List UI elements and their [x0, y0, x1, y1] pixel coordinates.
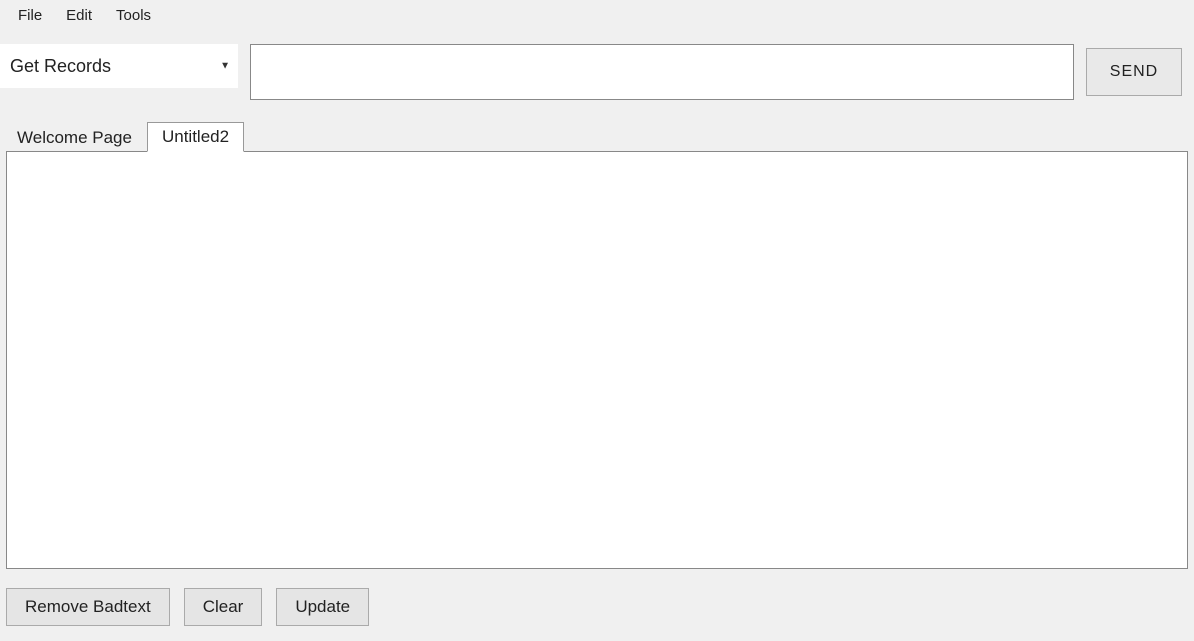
menu-edit[interactable]: Edit [54, 3, 104, 28]
action-row: Get Records ▼ SEND [0, 30, 1194, 106]
tab-untitled2[interactable]: Untitled2 [147, 122, 244, 152]
query-input[interactable] [250, 44, 1074, 100]
command-combo-selected: Get Records [10, 56, 111, 77]
menu-file[interactable]: File [6, 3, 54, 28]
content-area [6, 151, 1188, 569]
remove-badtext-button[interactable]: Remove Badtext [6, 588, 170, 626]
command-combo[interactable]: Get Records ▼ [0, 44, 238, 88]
bottom-button-row: Remove Badtext Clear Update [0, 570, 1194, 632]
chevron-down-icon: ▼ [220, 61, 230, 72]
content-textarea[interactable] [7, 152, 1187, 568]
update-button[interactable]: Update [276, 588, 369, 626]
menu-tools[interactable]: Tools [104, 3, 163, 28]
menu-bar: File Edit Tools [0, 0, 1194, 30]
clear-button[interactable]: Clear [184, 588, 263, 626]
tab-welcome-page[interactable]: Welcome Page [2, 123, 147, 152]
tab-strip: Welcome Page Untitled2 [0, 122, 1194, 152]
send-button[interactable]: SEND [1086, 48, 1182, 96]
